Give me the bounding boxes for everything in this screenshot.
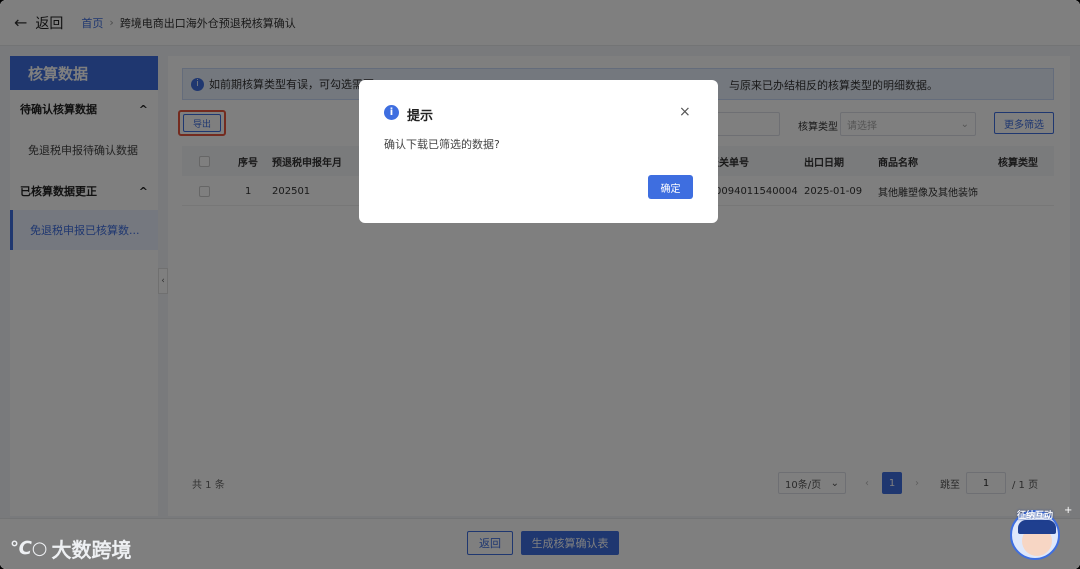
watermark-text: 大数跨境 — [51, 538, 132, 562]
close-icon[interactable]: × — [679, 104, 691, 120]
dialog-message: 确认下载已筛选的数据? — [384, 138, 500, 151]
app-window: ← 返回 首页 › 跨境电商出口海外仓预退税核算确认 核算数据 待确认核算数据 … — [0, 0, 1080, 569]
watermark: ℃○ 大数跨境 — [10, 534, 132, 563]
confirm-button[interactable]: 确定 — [648, 175, 693, 199]
plus-icon[interactable]: + — [1064, 505, 1072, 516]
mascot-label: 征纳互动 — [1016, 511, 1053, 521]
watermark-logo-icon: ℃○ — [10, 538, 48, 559]
dialog-title: 提示 — [407, 109, 434, 124]
mascot-hat — [1018, 520, 1056, 534]
info-icon: i — [384, 105, 399, 120]
confirm-dialog: i 提示 × 确认下载已筛选的数据? 确定 — [359, 80, 718, 223]
